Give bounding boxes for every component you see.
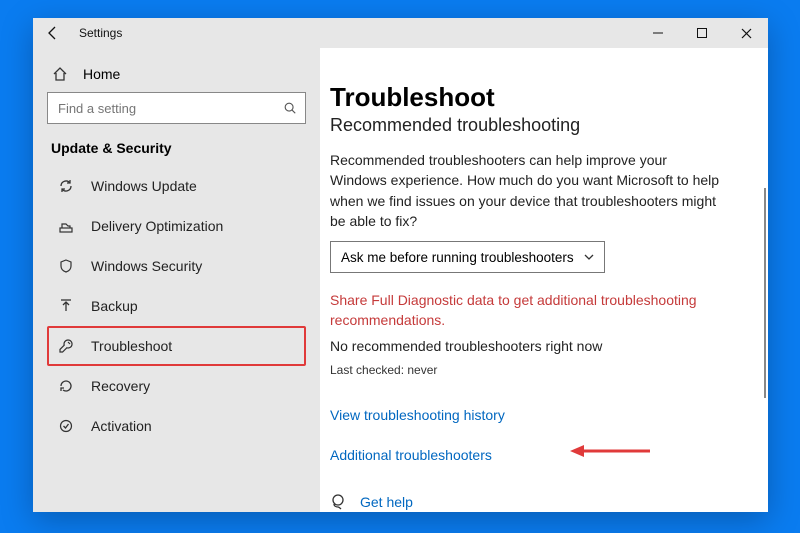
arrow-annotation	[570, 443, 650, 459]
search-icon	[283, 101, 297, 115]
wrench-icon	[57, 338, 75, 354]
view-history-link[interactable]: View troubleshooting history	[330, 407, 746, 423]
recovery-icon	[57, 378, 75, 394]
backup-icon	[57, 298, 75, 314]
home-label: Home	[83, 66, 120, 82]
nav-item-troubleshoot[interactable]: Troubleshoot	[47, 326, 306, 366]
page-heading: Troubleshoot	[330, 82, 746, 113]
nav-item-windows-security[interactable]: Windows Security	[47, 246, 306, 286]
nav-item-windows-update[interactable]: Windows Update	[47, 166, 306, 206]
get-help-label: Get help	[360, 494, 413, 510]
maximize-button[interactable]	[680, 18, 724, 48]
nav-label: Backup	[91, 298, 138, 314]
window-title: Settings	[79, 26, 122, 40]
nav-label: Recovery	[91, 378, 150, 394]
nav-item-activation[interactable]: Activation	[47, 406, 306, 446]
window-controls	[636, 18, 768, 48]
sync-icon	[57, 178, 75, 194]
settings-window: Settings Home	[33, 18, 768, 512]
nav-item-recovery[interactable]: Recovery	[47, 366, 306, 406]
back-button[interactable]	[45, 25, 73, 41]
nav-item-delivery-optimization[interactable]: Delivery Optimization	[47, 206, 306, 246]
no-recommendations-text: No recommended troubleshooters right now	[330, 336, 720, 356]
nav-label: Delivery Optimization	[91, 218, 223, 234]
home-icon	[51, 66, 69, 82]
nav-label: Windows Update	[91, 178, 197, 194]
delivery-icon	[57, 218, 75, 234]
scrollbar[interactable]	[764, 188, 766, 398]
close-button[interactable]	[724, 18, 768, 48]
window-body: Home Update & Security Windows Update	[33, 48, 768, 512]
sidebar: Home Update & Security Windows Update	[33, 48, 320, 512]
search-input[interactable]	[56, 100, 283, 117]
troubleshooter-preference-dropdown[interactable]: Ask me before running troubleshooters	[330, 241, 605, 273]
search-box[interactable]	[47, 92, 306, 124]
diagnostic-notice: Share Full Diagnostic data to get additi…	[330, 291, 720, 330]
last-checked-text: Last checked: never	[330, 363, 746, 377]
nav-label: Troubleshoot	[91, 338, 172, 354]
section-heading: Update & Security	[47, 136, 306, 166]
content-pane: Troubleshoot Recommended troubleshooting…	[320, 48, 768, 512]
chevron-down-icon	[584, 252, 594, 262]
get-help-link[interactable]: Get help	[330, 493, 746, 511]
activation-icon	[57, 418, 75, 434]
nav-list: Windows Update Delivery Optimization Win…	[47, 166, 306, 446]
nav-label: Windows Security	[91, 258, 202, 274]
description-text: Recommended troubleshooters can help imp…	[330, 150, 720, 231]
get-help-icon	[330, 493, 348, 511]
nav-label: Activation	[91, 418, 152, 434]
minimize-button[interactable]	[636, 18, 680, 48]
home-link[interactable]: Home	[47, 60, 306, 92]
nav-item-backup[interactable]: Backup	[47, 286, 306, 326]
page-subheading: Recommended troubleshooting	[330, 115, 746, 136]
additional-troubleshooters-link[interactable]: Additional troubleshooters	[330, 447, 492, 463]
dropdown-value: Ask me before running troubleshooters	[341, 250, 574, 265]
titlebar: Settings	[33, 18, 768, 48]
shield-icon	[57, 258, 75, 274]
